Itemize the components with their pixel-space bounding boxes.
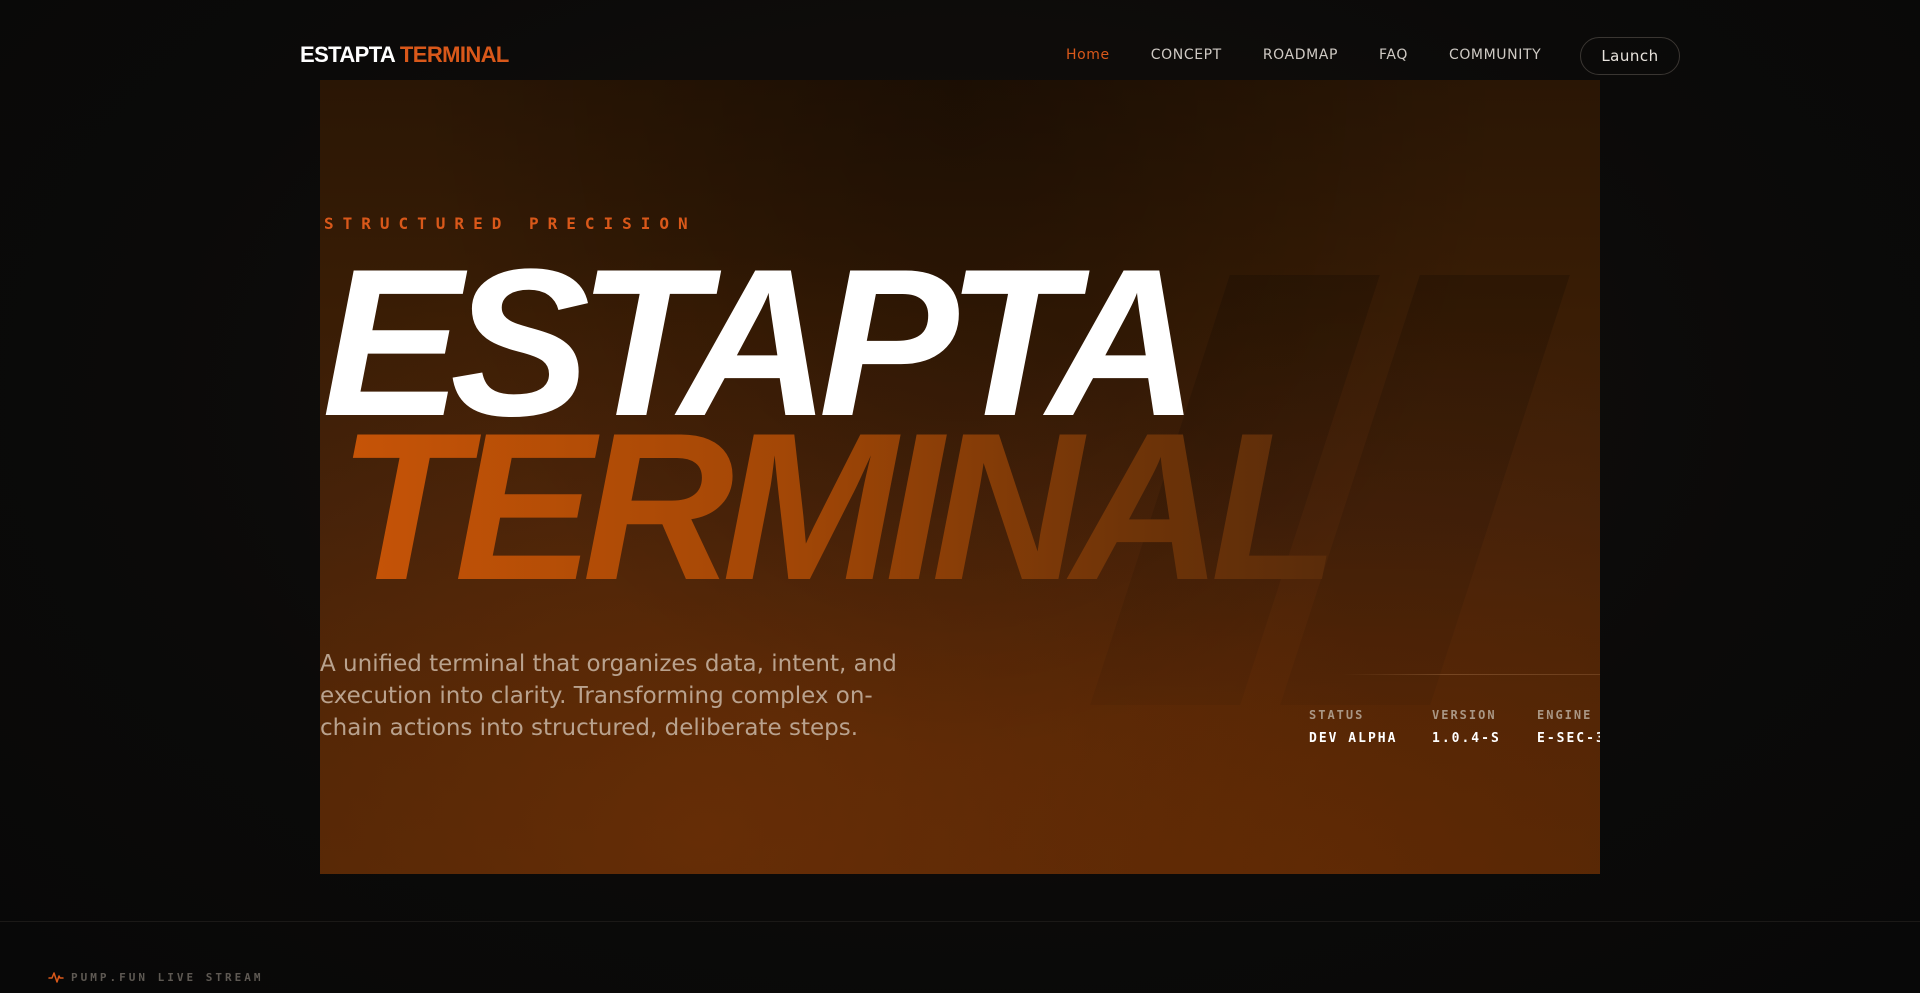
- meta-value: E-SEC-3: [1537, 731, 1600, 746]
- stream-label: PUMP.FUN LIVE STREAM: [71, 970, 264, 984]
- nav-community[interactable]: COMMUNITY: [1449, 47, 1541, 63]
- nav-concept[interactable]: CONCEPT: [1151, 47, 1222, 63]
- live-stream-link[interactable]: PUMP.FUN LIVE STREAM: [48, 969, 263, 985]
- hero-title-line2: TERMINAL: [338, 389, 1339, 624]
- nav-roadmap[interactable]: ROADMAP: [1263, 47, 1338, 63]
- meta-version: VERSION 1.0.4-S: [1432, 708, 1501, 746]
- hero-description: A unified terminal that organizes data, …: [320, 651, 897, 741]
- brand-name-accent: TERMINAL: [399, 42, 509, 67]
- launch-button[interactable]: Launch: [1580, 37, 1680, 75]
- meta-label: STATUS: [1309, 708, 1365, 722]
- page: ESTAPTA TERMINAL Home CONCEPT ROADMAP FA…: [0, 0, 1920, 993]
- brand-logo[interactable]: ESTAPTA TERMINAL: [300, 42, 509, 68]
- nav-links: Home CONCEPT ROADMAP FAQ COMMUNITY: [1066, 47, 1582, 63]
- meta-label: ENGINE: [1537, 708, 1593, 722]
- nav-home[interactable]: Home: [1066, 47, 1110, 63]
- pulse-icon: [48, 972, 64, 983]
- meta-status: STATUS DEV ALPHA: [1309, 708, 1397, 746]
- top-nav: ESTAPTA TERMINAL Home CONCEPT ROADMAP FA…: [0, 0, 1920, 80]
- meta-label: VERSION: [1432, 708, 1497, 722]
- meta-engine: ENGINE E-SEC-3: [1537, 708, 1600, 746]
- meta-divider: [1342, 674, 1600, 675]
- section-divider: [0, 921, 1920, 922]
- meta-value: DEV ALPHA: [1309, 731, 1398, 746]
- nav-faq[interactable]: FAQ: [1379, 47, 1408, 63]
- meta-value: 1.0.4-S: [1432, 731, 1501, 746]
- brand-name-white: ESTAPTA: [300, 42, 395, 67]
- hero-panel: STRUCTURED PRECISION ESTAPTA TERMINAL A …: [320, 80, 1600, 874]
